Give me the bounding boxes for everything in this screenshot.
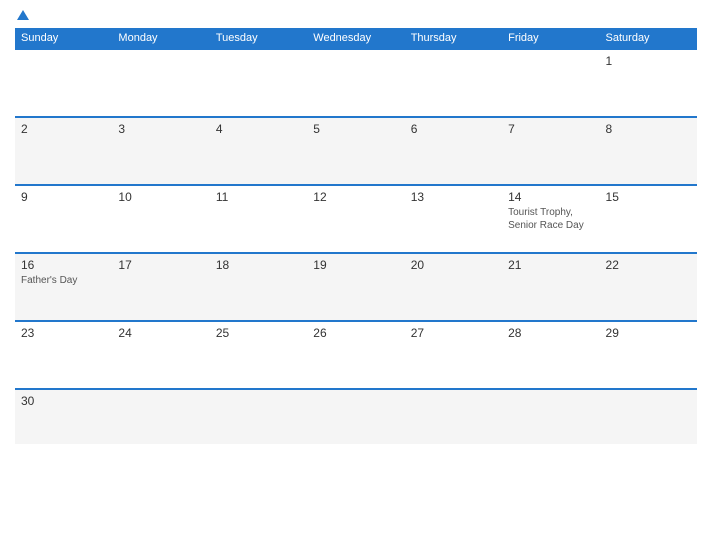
week-row-0: 1 — [15, 49, 697, 117]
day-number: 5 — [313, 122, 398, 136]
day-number: 11 — [216, 190, 301, 204]
weekday-header-row: SundayMondayTuesdayWednesdayThursdayFrid… — [15, 28, 697, 49]
day-number: 15 — [606, 190, 691, 204]
logo — [15, 10, 29, 20]
weekday-saturday: Saturday — [600, 28, 697, 49]
day-number: 19 — [313, 258, 398, 272]
calendar-cell: 17 — [112, 253, 209, 321]
day-number: 18 — [216, 258, 301, 272]
calendar-cell: 14 Tourist Trophy,Senior Race Day — [502, 185, 599, 253]
day-number: 25 — [216, 326, 301, 340]
calendar-cell: 11 — [210, 185, 307, 253]
day-number: 10 — [118, 190, 203, 204]
calendar-cell: 2 — [15, 117, 112, 185]
calendar-cell: 8 — [600, 117, 697, 185]
weekday-wednesday: Wednesday — [307, 28, 404, 49]
calendar-cell — [112, 389, 209, 444]
week-row-5: 30 — [15, 389, 697, 444]
day-number: 4 — [216, 122, 301, 136]
day-number: 14 — [508, 190, 593, 204]
weekday-monday: Monday — [112, 28, 209, 49]
day-number: 8 — [606, 122, 691, 136]
calendar-cell: 15 — [600, 185, 697, 253]
calendar-cell — [307, 49, 404, 117]
calendar-cell — [307, 389, 404, 444]
calendar-cell: 20 — [405, 253, 502, 321]
calendar-cell: 7 — [502, 117, 599, 185]
calendar-cell: 19 — [307, 253, 404, 321]
day-number: 24 — [118, 326, 203, 340]
calendar-cell: 25 — [210, 321, 307, 389]
calendar-cell — [405, 389, 502, 444]
calendar-cell: 26 — [307, 321, 404, 389]
calendar-cell: 18 — [210, 253, 307, 321]
day-number: 6 — [411, 122, 496, 136]
day-number: 9 — [21, 190, 106, 204]
calendar-container: SundayMondayTuesdayWednesdayThursdayFrid… — [0, 0, 712, 550]
calendar-cell: 27 — [405, 321, 502, 389]
day-number: 13 — [411, 190, 496, 204]
calendar-cell: 9 — [15, 185, 112, 253]
weekday-tuesday: Tuesday — [210, 28, 307, 49]
day-number: 30 — [21, 394, 106, 408]
calendar-cell: 10 — [112, 185, 209, 253]
day-number: 29 — [606, 326, 691, 340]
calendar-cell: 12 — [307, 185, 404, 253]
weekday-thursday: Thursday — [405, 28, 502, 49]
calendar-grid: SundayMondayTuesdayWednesdayThursdayFrid… — [15, 28, 697, 444]
day-number: 26 — [313, 326, 398, 340]
calendar-cell — [502, 49, 599, 117]
calendar-header — [15, 10, 697, 20]
logo-triangle-icon — [17, 10, 29, 20]
calendar-cell: 3 — [112, 117, 209, 185]
day-number: 16 — [21, 258, 106, 272]
calendar-cell: 4 — [210, 117, 307, 185]
calendar-cell: 6 — [405, 117, 502, 185]
day-number: 22 — [606, 258, 691, 272]
calendar-cell — [502, 389, 599, 444]
calendar-cell: 23 — [15, 321, 112, 389]
calendar-cell — [210, 49, 307, 117]
calendar-cell: 5 — [307, 117, 404, 185]
day-number: 21 — [508, 258, 593, 272]
day-number: 23 — [21, 326, 106, 340]
calendar-cell — [600, 389, 697, 444]
calendar-cell: 30 — [15, 389, 112, 444]
calendar-cell — [405, 49, 502, 117]
day-number: 27 — [411, 326, 496, 340]
day-number: 12 — [313, 190, 398, 204]
weekday-friday: Friday — [502, 28, 599, 49]
day-number: 20 — [411, 258, 496, 272]
week-row-2: 9 10 11 12 13 14 Tourist Trophy,Senior Race Da… — [15, 185, 697, 253]
calendar-cell — [112, 49, 209, 117]
calendar-cell: 22 — [600, 253, 697, 321]
calendar-cell: 24 — [112, 321, 209, 389]
calendar-cell: 13 — [405, 185, 502, 253]
day-number: 28 — [508, 326, 593, 340]
day-number: 7 — [508, 122, 593, 136]
calendar-cell — [15, 49, 112, 117]
day-event: Father's Day — [21, 274, 106, 287]
week-row-1: 2345678 — [15, 117, 697, 185]
calendar-cell: 16 Father's Day — [15, 253, 112, 321]
day-event: Tourist Trophy,Senior Race Day — [508, 206, 593, 232]
calendar-cell: 29 — [600, 321, 697, 389]
week-row-4: 23 24 25 26 27 28 29 — [15, 321, 697, 389]
day-number: 1 — [606, 54, 691, 68]
calendar-cell: 21 — [502, 253, 599, 321]
day-number: 3 — [118, 122, 203, 136]
week-row-3: 16 Father's Day 17 18 19 20 21 22 — [15, 253, 697, 321]
day-number: 17 — [118, 258, 203, 272]
day-number: 2 — [21, 122, 106, 136]
calendar-cell: 28 — [502, 321, 599, 389]
weekday-sunday: Sunday — [15, 28, 112, 49]
calendar-cell: 1 — [600, 49, 697, 117]
calendar-cell — [210, 389, 307, 444]
